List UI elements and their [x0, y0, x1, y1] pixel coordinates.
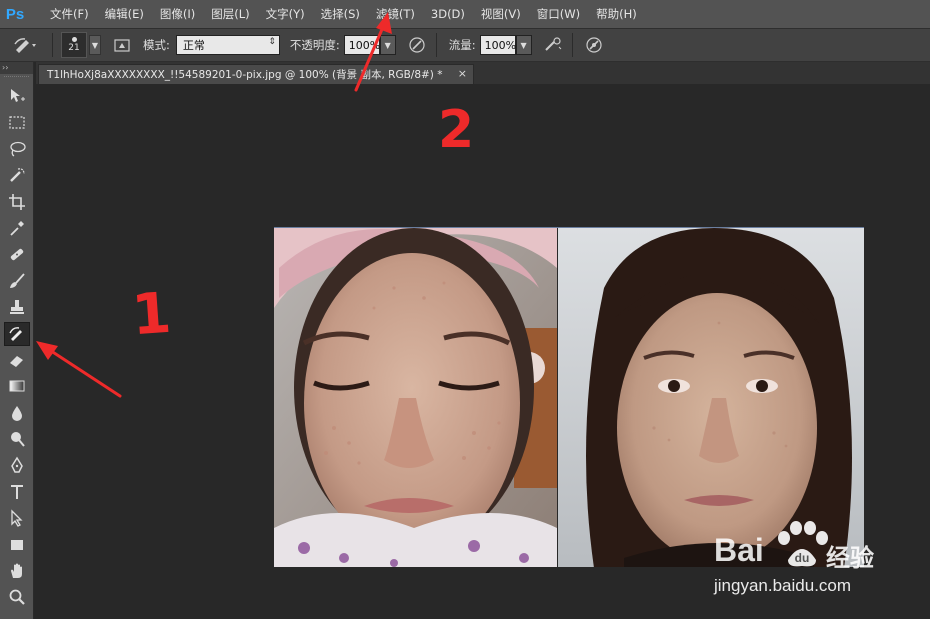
tool-gradient[interactable]: [4, 374, 30, 398]
move-tool-icon: [11, 89, 25, 102]
lasso-tool-icon: [10, 141, 26, 157]
flow-value: 100%: [484, 38, 517, 52]
tool-preset-picker[interactable]: [8, 30, 44, 60]
opacity-dropdown[interactable]: ▼: [379, 35, 396, 55]
rectangle-tool-icon: [11, 539, 23, 550]
flow-dropdown[interactable]: ▼: [515, 35, 532, 55]
svg-text:du: du: [795, 551, 810, 565]
watermark-brand-suffix: 经验: [826, 544, 874, 572]
baidu-jingyan-watermark: Bai du 经验 jingyan.baidu.com: [714, 518, 894, 598]
watermark-brand: Bai: [714, 532, 764, 568]
brush-picker-dropdown[interactable]: ▼: [89, 35, 101, 55]
pen-tool-icon: [11, 457, 23, 474]
tool-move[interactable]: [4, 84, 30, 108]
tool-marquee[interactable]: [4, 110, 30, 134]
tool-eyedropper[interactable]: [4, 216, 30, 240]
menu-file[interactable]: 文件(F): [42, 0, 97, 28]
tool-blur[interactable]: [4, 401, 30, 425]
eyedropper-tool-icon: [10, 220, 24, 236]
type-tool-icon: [11, 484, 23, 499]
tool-pen[interactable]: [4, 453, 30, 477]
brush-size-value: 21: [68, 43, 80, 53]
menu-select[interactable]: 选择(S): [313, 0, 368, 28]
tool-history-brush[interactable]: [4, 321, 30, 346]
baidu-paw-icon: du: [778, 521, 828, 567]
menu-window[interactable]: 窗口(W): [529, 0, 588, 28]
close-icon[interactable]: ×: [458, 67, 467, 80]
menu-help[interactable]: 帮助(H): [588, 0, 645, 28]
eraser-tool-icon: [10, 355, 23, 367]
history-brush-icon: [14, 38, 36, 53]
menu-type[interactable]: 文字(Y): [258, 0, 313, 28]
divider: [435, 33, 437, 57]
opacity-pressure-toggle[interactable]: [406, 34, 428, 56]
tool-zoom[interactable]: [4, 585, 30, 609]
options-bar: 21 ▼ 模式: 正常 ⇕ 不透明度: 100% ▼ 流量: 100% ▼: [0, 28, 930, 62]
brush-panel-icon: [114, 39, 130, 52]
menu-items: 文件(F) 编辑(E) 图像(I) 图层(L) 文字(Y) 选择(S) 滤镜(T…: [42, 0, 645, 28]
menu-3d[interactable]: 3D(D): [423, 0, 473, 28]
quick-selection-tool-icon: [10, 168, 25, 183]
document-tab[interactable]: T1lhHoXj8aXXXXXXXX_!!54589201-0-pix.jpg …: [38, 64, 474, 84]
tool-type[interactable]: [4, 480, 30, 504]
airbrush-toggle[interactable]: [542, 34, 564, 56]
clone-stamp-tool-icon: [10, 300, 24, 315]
brush-panel-toggle[interactable]: [111, 34, 133, 56]
divider: [52, 33, 53, 57]
tools-panel: ››: [0, 62, 34, 619]
dodge-tool-icon: [11, 432, 25, 447]
tool-healing-brush[interactable]: [4, 242, 30, 266]
path-selection-tool-icon: [11, 509, 23, 528]
tool-eraser[interactable]: [4, 348, 30, 372]
document-image[interactable]: [274, 227, 864, 567]
brush-tool-icon: [10, 273, 25, 288]
tool-rectangle[interactable]: [4, 533, 30, 557]
flow-label: 流量:: [448, 38, 476, 52]
menu-layer[interactable]: 图层(L): [203, 0, 257, 28]
airbrush-icon: [544, 37, 561, 51]
select-caret-icon: ⇕: [268, 37, 276, 47]
zoom-tool-icon: [9, 590, 25, 606]
menu-edit[interactable]: 编辑(E): [97, 0, 152, 28]
tools-panel-collapse[interactable]: ››: [0, 62, 33, 74]
watermark-url: jingyan.baidu.com: [714, 576, 852, 595]
marquee-tool-icon: [9, 116, 25, 129]
panel-grip[interactable]: [4, 76, 29, 82]
tool-brush[interactable]: [4, 269, 30, 293]
document-tab-bar: T1lhHoXj8aXXXXXXXX_!!54589201-0-pix.jpg …: [36, 62, 930, 84]
tool-dodge[interactable]: [4, 427, 30, 451]
opacity-value: 100%: [348, 38, 381, 52]
menu-bar: Ps 文件(F) 编辑(E) 图像(I) 图层(L) 文字(Y) 选择(S) 滤…: [0, 0, 930, 28]
history-brush-tool-icon: [9, 326, 22, 341]
opacity-field[interactable]: 100%: [343, 35, 381, 55]
flow-field[interactable]: 100%: [479, 35, 517, 55]
size-pressure-toggle[interactable]: [583, 34, 605, 56]
opacity-label: 不透明度:: [289, 38, 340, 52]
divider: [571, 33, 573, 57]
menu-view[interactable]: 视图(V): [473, 0, 529, 28]
pressure-opacity-icon: [409, 37, 425, 53]
document-tab-title: T1lhHoXj8aXXXXXXXX_!!54589201-0-pix.jpg …: [47, 69, 443, 81]
healing-brush-tool-icon: [10, 249, 24, 261]
tool-crop[interactable]: [4, 190, 30, 214]
tool-hand[interactable]: [4, 559, 30, 583]
tool-clone-stamp[interactable]: [4, 295, 30, 319]
mode-select[interactable]: 正常 ⇕: [175, 35, 280, 55]
tool-quick-selection[interactable]: [4, 163, 30, 187]
gradient-tool-icon: [9, 380, 25, 392]
brush-tip-icon: [71, 37, 77, 42]
mode-value: 正常: [182, 39, 205, 52]
brush-size-picker[interactable]: 21: [61, 32, 87, 58]
mode-label: 模式:: [143, 38, 170, 52]
crop-tool-icon: [9, 193, 25, 210]
tool-lasso[interactable]: [4, 137, 30, 161]
menu-filter[interactable]: 滤镜(T): [368, 0, 423, 28]
blur-tool-icon: [12, 405, 22, 421]
pressure-size-icon: [586, 37, 602, 53]
hand-tool-icon: [11, 563, 22, 579]
photoshop-logo: Ps: [5, 5, 25, 23]
tool-path-selection[interactable]: [4, 506, 30, 530]
before-after-face-photo: [274, 228, 864, 567]
menu-image[interactable]: 图像(I): [152, 0, 203, 28]
